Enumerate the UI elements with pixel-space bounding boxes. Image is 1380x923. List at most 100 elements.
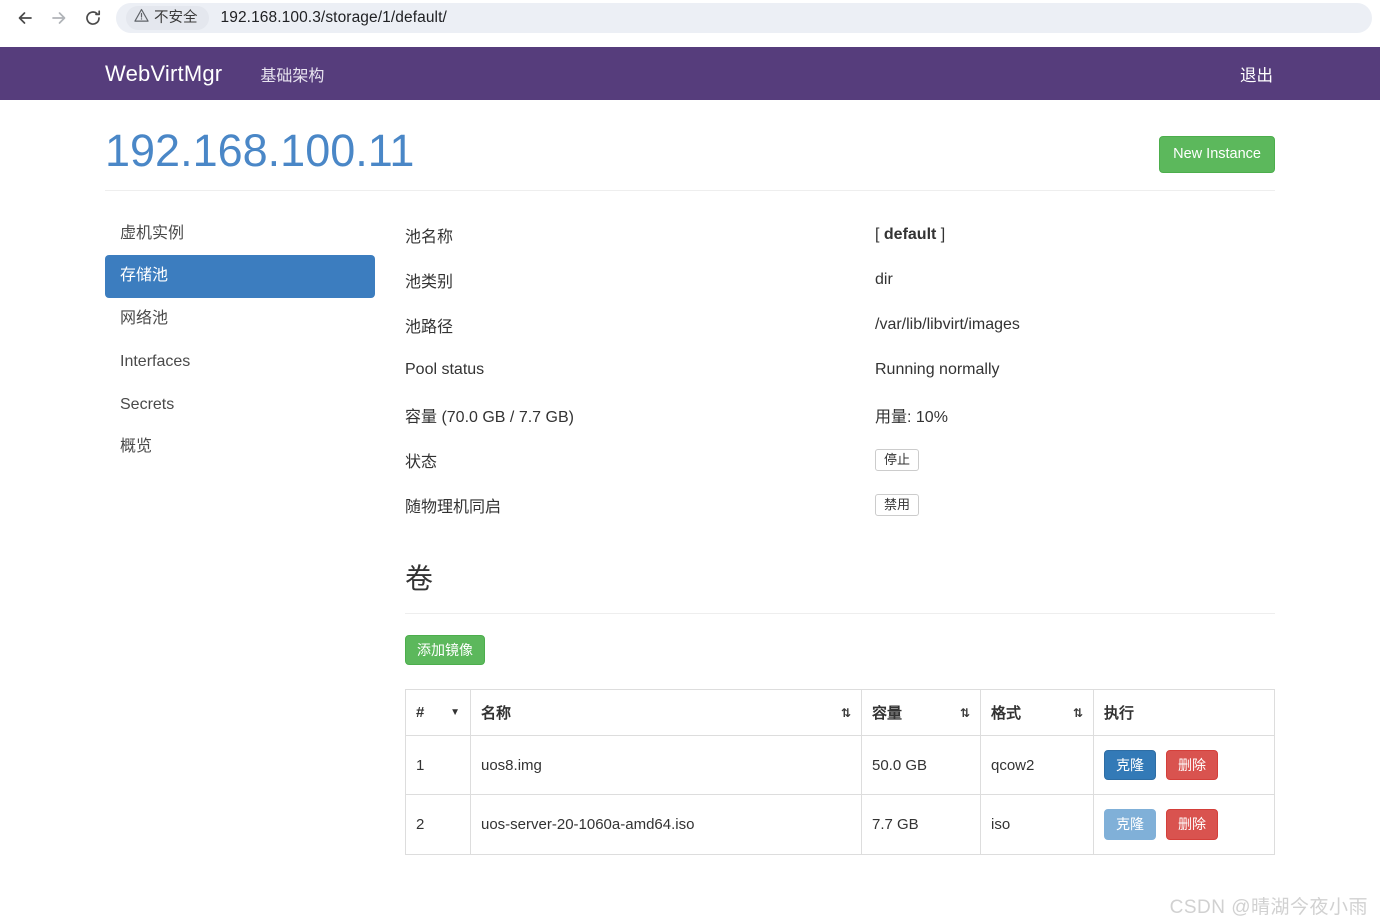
reload-icon	[83, 8, 103, 28]
chrome-gap	[0, 36, 1380, 47]
sidebar-item-storage-pools[interactable]: 存储池	[105, 255, 375, 299]
sidebar-li-storage-pools: 存储池	[105, 255, 375, 299]
warning-triangle-icon	[134, 8, 149, 28]
page-header: 192.168.100.11 New Instance	[105, 100, 1275, 191]
column-header-name-label: 名称	[481, 705, 512, 723]
row-actions: 克隆 删除	[1093, 794, 1275, 855]
sidebar-item-secrets[interactable]: Secrets	[105, 384, 375, 427]
column-header-format[interactable]: 格式 ⇅	[980, 689, 1094, 737]
row-name: uos8.img	[470, 735, 862, 796]
row-capacity: 7.7 GB	[861, 794, 981, 855]
pool-autostart-label: 随物理机同启	[405, 499, 502, 516]
content-area: 池名称 [ default ] 池类别 dir 池路径 /var/lib/lib…	[390, 213, 1275, 855]
row-actions-group: 克隆 删除	[1104, 750, 1264, 781]
delete-volume-button[interactable]: 删除	[1166, 809, 1218, 840]
pool-name-row: 池名称 [ default ]	[405, 213, 1275, 258]
sidebar-nav: 虚机实例 存储池 网络池 Interfaces Secrets 概览	[105, 213, 375, 470]
table-row: 2 uos-server-20-1060a-amd64.iso 7.7 GB i…	[405, 794, 1275, 855]
pool-capacity-row: 容量 (70.0 GB / 7.7 GB) 用量: 10%	[405, 393, 1275, 438]
pool-type-value: dir	[875, 271, 893, 288]
volumes-header-row: # ▼ 名称 ⇅ 容量 ⇅ 格式 ⇅ 执行	[405, 689, 1275, 737]
pool-name-text: default	[883, 226, 937, 243]
pool-capacity-value: 用量: 10%	[875, 409, 948, 426]
sidebar-li-secrets: Secrets	[105, 384, 375, 427]
column-header-index[interactable]: # ▼	[405, 689, 471, 737]
pool-name-bracket-close: ]	[936, 226, 946, 243]
back-button[interactable]	[8, 1, 42, 35]
sort-desc-caret-icon: ▼	[450, 706, 460, 718]
column-header-index-inner: # ▼	[416, 704, 460, 721]
brand-logo[interactable]: WebVirtMgr	[105, 61, 222, 87]
new-instance-wrap: New Instance	[1159, 126, 1275, 173]
sidebar-item-instances[interactable]: 虚机实例	[105, 213, 375, 256]
clone-volume-button[interactable]: 克隆	[1104, 809, 1156, 840]
column-header-format-inner: 格式 ⇅	[991, 702, 1083, 723]
column-header-capacity-label: 容量	[872, 705, 903, 723]
pool-autostart-toggle-button[interactable]: 禁用	[875, 493, 920, 517]
pool-name-value: [ default ]	[875, 226, 1275, 244]
sidebar-li-instances: 虚机实例	[105, 213, 375, 256]
add-image-wrap: 添加镜像	[405, 635, 1275, 666]
app-navbar: WebVirtMgr 基础架构 退出	[0, 47, 1380, 100]
row-actions-group: 克隆 删除	[1104, 809, 1264, 840]
address-bar[interactable]: 不安全 192.168.100.3/storage/1/default/	[116, 3, 1372, 33]
pool-path-value: /var/lib/libvirt/images	[875, 316, 1020, 333]
page-container: 192.168.100.11 New Instance 虚机实例 存储池 网络池	[90, 100, 1290, 855]
forward-button[interactable]	[42, 1, 76, 35]
sidebar-li-interfaces: Interfaces	[105, 341, 375, 384]
csdn-watermark: CSDN @晴湖今夜小雨	[1169, 897, 1368, 918]
sort-both-icon-capacity: ⇅	[959, 705, 970, 720]
pool-state-row: 状态 停止	[405, 438, 1275, 483]
pool-state-value: 停止	[875, 448, 1275, 472]
column-header-capacity[interactable]: 容量 ⇅	[861, 689, 981, 737]
pool-stop-button[interactable]: 停止	[875, 448, 920, 472]
column-header-format-label: 格式	[991, 705, 1022, 723]
row-index: 2	[405, 794, 471, 855]
pool-capacity-label: 容量 (70.0 GB / 7.7 GB)	[405, 409, 574, 426]
page-root: 不安全 192.168.100.3/storage/1/default/ Web…	[0, 0, 1380, 923]
pool-autostart-row: 随物理机同启 禁用	[405, 483, 1275, 528]
security-status-chip[interactable]: 不安全	[126, 6, 209, 30]
sort-both-icon-name: ⇅	[840, 705, 851, 720]
sort-both-icon-format: ⇅	[1072, 705, 1083, 720]
delete-volume-button[interactable]: 删除	[1166, 750, 1218, 781]
navbar-right: 退出	[1238, 62, 1275, 86]
logout-link[interactable]: 退出	[1238, 61, 1275, 91]
browser-toolbar: 不安全 192.168.100.3/storage/1/default/	[0, 0, 1380, 36]
security-status-label: 不安全	[154, 9, 198, 26]
reload-button[interactable]	[76, 1, 110, 35]
row-format: iso	[980, 794, 1094, 855]
pool-autostart-value: 禁用	[875, 493, 1275, 517]
volumes-table-body: 1 uos8.img 50.0 GB qcow2 克隆 删除 2 uos-ser…	[405, 735, 1275, 855]
column-header-index-label: #	[416, 704, 425, 722]
pool-name-bracket-open: [	[875, 226, 884, 243]
pool-path-label: 池路径	[405, 319, 454, 336]
volumes-table: # ▼ 名称 ⇅ 容量 ⇅ 格式 ⇅ 执行 1 uos8.img 50.0 GB…	[405, 689, 1275, 855]
pool-type-row: 池类别 dir	[405, 258, 1275, 303]
row-actions: 克隆 删除	[1093, 735, 1275, 796]
sidebar-item-network-pools[interactable]: 网络池	[105, 298, 375, 341]
column-header-capacity-inner: 容量 ⇅	[872, 702, 970, 723]
column-header-name[interactable]: 名称 ⇅	[470, 689, 862, 737]
new-instance-button[interactable]: New Instance	[1159, 136, 1275, 173]
pool-status-value: Running normally	[875, 361, 1000, 378]
column-header-actions: 执行	[1093, 689, 1275, 737]
sidebar-li-network-pools: 网络池	[105, 298, 375, 341]
sidebar-item-interfaces[interactable]: Interfaces	[105, 341, 375, 384]
pool-detail-list: 池名称 [ default ] 池类别 dir 池路径 /var/lib/lib…	[405, 213, 1275, 528]
clone-volume-button[interactable]: 克隆	[1104, 750, 1156, 781]
sidebar-item-overview[interactable]: 概览	[105, 426, 375, 469]
sidebar-li-overview: 概览	[105, 426, 375, 469]
arrow-left-icon	[15, 8, 35, 28]
column-header-name-inner: 名称 ⇅	[481, 702, 851, 723]
page-title: 192.168.100.11	[105, 125, 415, 176]
volumes-divider	[405, 613, 1275, 615]
volumes-section-title: 卷	[405, 562, 434, 594]
add-image-button[interactable]: 添加镜像	[405, 635, 485, 666]
pool-path-row: 池路径 /var/lib/libvirt/images	[405, 303, 1275, 348]
pool-state-label: 状态	[405, 454, 438, 471]
nav-link-infrastructure[interactable]: 基础架构	[258, 56, 326, 92]
url-text: 192.168.100.3/storage/1/default/	[220, 9, 447, 26]
navbar-inner: WebVirtMgr 基础架构 退出	[90, 47, 1290, 100]
pool-type-label: 池类别	[405, 274, 454, 291]
